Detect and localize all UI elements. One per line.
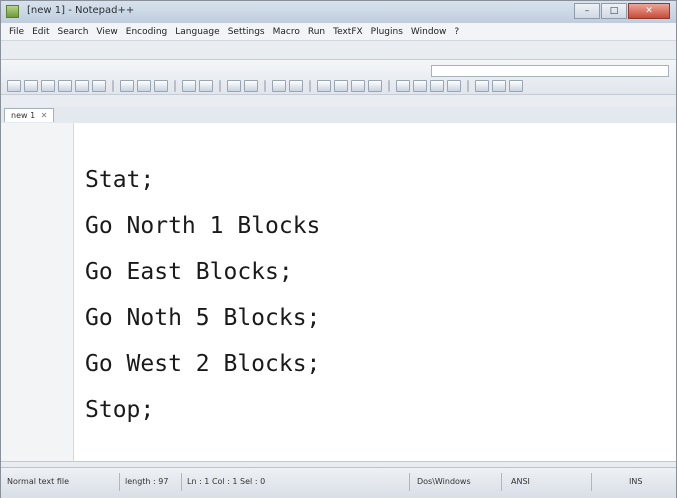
window-controls: – □ ✕ — [574, 3, 670, 20]
sync-scroll-icon[interactable] — [317, 80, 331, 92]
status-divider — [409, 473, 410, 491]
menu-run[interactable]: Run — [308, 24, 325, 40]
zoom-out-icon[interactable] — [289, 80, 303, 92]
copy-icon[interactable] — [137, 80, 151, 92]
menu-bar: File Edit Search View Encoding Language … — [1, 23, 676, 41]
minimize-button[interactable]: – — [574, 3, 600, 19]
code-line: Stop; — [85, 397, 155, 423]
open-file-icon[interactable] — [24, 80, 38, 92]
record-macro-icon[interactable] — [396, 80, 410, 92]
status-position: Ln : 1 Col : 1 Sel : 0 — [187, 477, 266, 486]
window-title: [new 1] - Notepad++ — [27, 5, 135, 16]
tab-close-icon[interactable]: ✕ — [41, 111, 48, 120]
cut-icon[interactable] — [120, 80, 134, 92]
status-bar: Normal text file length : 97 Ln : 1 Col … — [1, 467, 676, 498]
find-icon[interactable] — [227, 80, 241, 92]
status-file-type: Normal text file — [7, 477, 70, 486]
toolbar-search-box[interactable] — [431, 65, 669, 77]
status-insert-mode: INS — [629, 477, 643, 486]
status-eol: Dos\Windows — [417, 477, 471, 486]
menu-view[interactable]: View — [96, 24, 117, 40]
status-divider — [181, 473, 182, 491]
paste-icon[interactable] — [154, 80, 168, 92]
menu-plugins[interactable]: Plugins — [371, 24, 403, 40]
app-icon — [6, 5, 19, 18]
menu-file[interactable]: File — [9, 24, 24, 40]
code-line: Go West 2 Blocks; — [85, 351, 321, 377]
code-line: Go North 1 Blocks — [85, 213, 321, 239]
maximize-button[interactable]: □ — [601, 3, 627, 19]
line-number-gutter — [1, 123, 74, 461]
code-text[interactable]: Stat; Go North 1 Blocks Go East Blocks; … — [85, 157, 320, 433]
menu-settings[interactable]: Settings — [228, 24, 265, 40]
tab-strip: new 1 ✕ — [1, 107, 676, 124]
code-line: Stat; — [85, 167, 155, 193]
replace-icon[interactable] — [244, 80, 258, 92]
status-divider — [501, 473, 502, 491]
menu-encoding[interactable]: Encoding — [126, 24, 167, 40]
app-window: [new 1] - Notepad++ – □ ✕ File Edit Sear… — [0, 0, 677, 498]
zoom-in-icon[interactable] — [272, 80, 286, 92]
menu-search[interactable]: Search — [58, 24, 89, 40]
toolbar-separator — [388, 80, 390, 92]
save-icon[interactable] — [41, 80, 55, 92]
toolbar — [1, 59, 676, 95]
menu-textfx[interactable]: TextFX — [333, 24, 363, 40]
status-divider — [591, 473, 592, 491]
doc-map-icon[interactable] — [475, 80, 489, 92]
save-macro-icon[interactable] — [447, 80, 461, 92]
toolbar-separator — [309, 80, 311, 92]
save-all-icon[interactable] — [58, 80, 72, 92]
tab-label: new 1 — [11, 111, 36, 120]
close-button[interactable]: ✕ — [628, 3, 670, 19]
undo-icon[interactable] — [182, 80, 196, 92]
status-encoding: ANSI — [511, 477, 530, 486]
code-line: Go Noth 5 Blocks; — [85, 305, 321, 331]
print-icon[interactable] — [92, 80, 106, 92]
toolbar-separator — [264, 80, 266, 92]
editor-area[interactable]: Stat; Go North 1 Blocks Go East Blocks; … — [1, 123, 676, 462]
code-line: Go East Blocks; — [85, 259, 293, 285]
toolbar-separator — [112, 80, 114, 92]
stop-macro-icon[interactable] — [413, 80, 427, 92]
toolbar-separator — [174, 80, 176, 92]
menu-language[interactable]: Language — [175, 24, 219, 40]
title-bar: [new 1] - Notepad++ – □ ✕ — [1, 1, 676, 24]
menu-macro[interactable]: Macro — [273, 24, 300, 40]
status-divider — [119, 473, 120, 491]
toolbar-buttons — [7, 80, 523, 92]
play-macro-icon[interactable] — [430, 80, 444, 92]
show-all-chars-icon[interactable] — [351, 80, 365, 92]
menu-edit[interactable]: Edit — [32, 24, 49, 40]
toolbar-separator — [467, 80, 469, 92]
spell-check-icon[interactable] — [509, 80, 523, 92]
status-length: length : 97 — [125, 477, 169, 486]
indent-guide-icon[interactable] — [368, 80, 382, 92]
new-file-icon[interactable] — [7, 80, 21, 92]
close-file-icon[interactable] — [75, 80, 89, 92]
toolbar-separator — [219, 80, 221, 92]
menu-help[interactable]: ? — [454, 24, 459, 40]
function-list-icon[interactable] — [492, 80, 506, 92]
tab-new-1[interactable]: new 1 ✕ — [4, 108, 55, 122]
redo-icon[interactable] — [199, 80, 213, 92]
menu-window[interactable]: Window — [411, 24, 447, 40]
word-wrap-icon[interactable] — [334, 80, 348, 92]
